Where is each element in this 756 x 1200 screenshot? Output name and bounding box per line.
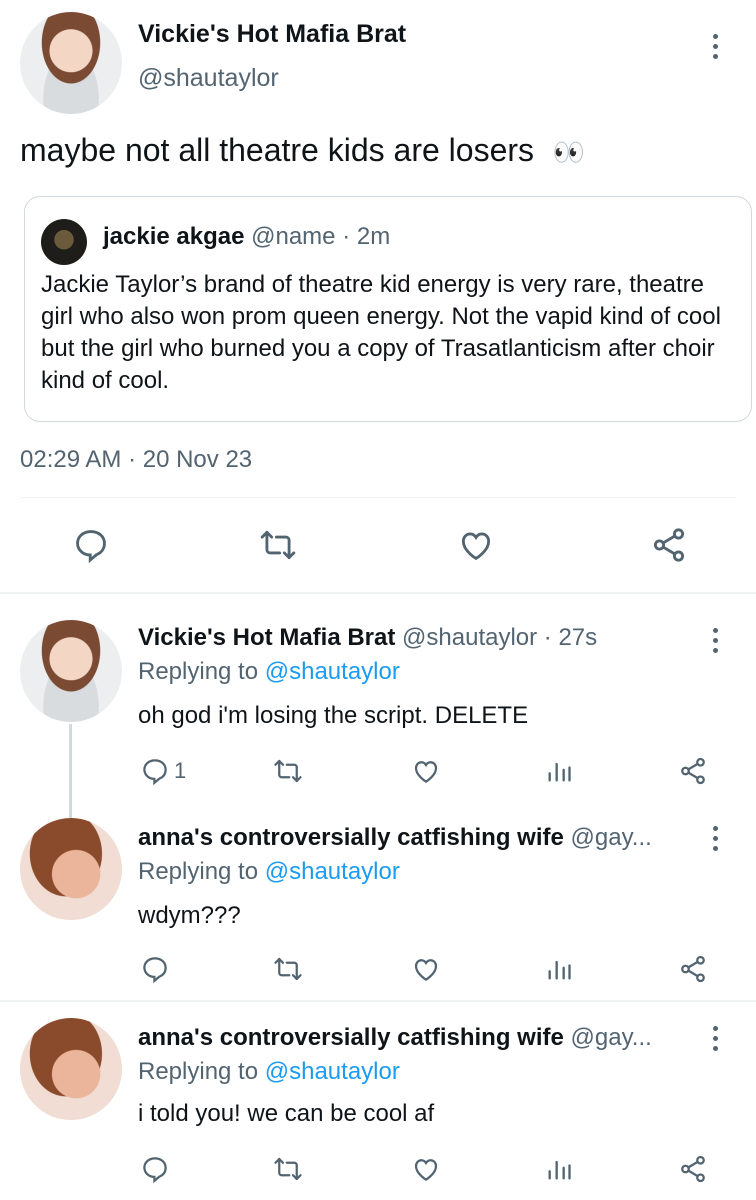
tweet-text: maybe not all theatre kids are losers 👀 (20, 132, 585, 169)
reply-text: i told you! we can be cool af (138, 1100, 435, 1127)
quoted-header: jackie akgae @name · 2m (103, 223, 390, 251)
replying-handle[interactable]: @shautaylor (265, 658, 400, 685)
thread-line (69, 724, 72, 820)
views-icon[interactable] (545, 954, 573, 984)
avatar[interactable] (20, 12, 122, 114)
quoted-text: Jackie Taylor’s brand of theatre kid ene… (41, 271, 721, 394)
replying-to: Replying to @shautaylor (138, 658, 400, 686)
like-icon[interactable] (410, 1154, 442, 1184)
share-icon[interactable] (650, 526, 688, 564)
tweet-text-body: maybe not all theatre kids are losers (20, 132, 535, 168)
quoted-display-name: jackie akgae (103, 223, 245, 250)
handle[interactable]: @shautaylor · 27s (402, 624, 597, 651)
reply-icon[interactable] (72, 526, 110, 564)
share-icon[interactable] (678, 1154, 708, 1184)
quoted-tweet[interactable]: jackie akgae @name · 2m Jackie Taylor’s … (24, 196, 752, 422)
views-icon[interactable] (545, 1154, 573, 1184)
divider (0, 1000, 756, 1002)
more-icon[interactable] (711, 34, 719, 59)
divider (20, 497, 736, 498)
avatar[interactable] (20, 1018, 122, 1120)
retweet-icon[interactable] (272, 1154, 304, 1184)
share-icon[interactable] (678, 756, 708, 786)
retweet-icon[interactable] (272, 756, 304, 786)
more-icon[interactable] (711, 628, 719, 653)
reply-icon[interactable] (140, 954, 170, 984)
eyes-emoji: 👀 (552, 137, 586, 167)
reply-count: 1 (174, 758, 187, 783)
timestamp[interactable]: 02:29 AM · 20 Nov 23 (20, 446, 252, 474)
divider (0, 592, 756, 594)
reply-text: wdym??? (138, 902, 241, 929)
retweet-icon[interactable] (258, 526, 298, 564)
avatar[interactable] (20, 818, 122, 920)
handle[interactable]: @gay... (571, 824, 652, 851)
replying-handle[interactable]: @shautaylor (265, 858, 400, 885)
replying-prefix: Replying to (138, 658, 259, 685)
quoted-handle: @name (251, 223, 336, 250)
replying-prefix: Replying to (138, 1058, 259, 1085)
like-icon[interactable] (410, 756, 442, 786)
reply-header: anna's controversially catfishing wife @… (138, 824, 688, 852)
reply-icon[interactable] (140, 1154, 170, 1184)
retweet-icon[interactable] (272, 954, 304, 984)
quoted-time: · 2m (342, 223, 391, 250)
views-icon[interactable] (545, 756, 573, 786)
replying-to: Replying to @shautaylor (138, 858, 400, 886)
reply-icon[interactable]: 1 (140, 756, 186, 786)
share-icon[interactable] (678, 954, 708, 984)
replying-prefix: Replying to (138, 858, 259, 885)
more-icon[interactable] (711, 1026, 719, 1051)
handle[interactable]: @shautaylor (138, 64, 279, 93)
display-name[interactable]: anna's controversially catfishing wife (138, 824, 564, 851)
quoted-avatar (41, 219, 87, 265)
display-name[interactable]: Vickie's Hot Mafia Brat (138, 20, 406, 49)
reply-header: anna's controversially catfishing wife @… (138, 1024, 688, 1052)
display-name[interactable]: Vickie's Hot Mafia Brat (138, 624, 395, 651)
like-icon[interactable] (456, 526, 496, 564)
avatar[interactable] (20, 620, 122, 722)
replying-to: Replying to @shautaylor (138, 1058, 400, 1086)
replying-handle[interactable]: @shautaylor (265, 1058, 400, 1085)
display-name[interactable]: anna's controversially catfishing wife (138, 1024, 564, 1051)
reply-header: Vickie's Hot Mafia Brat @shautaylor · 27… (138, 624, 678, 652)
handle[interactable]: @gay... (571, 1024, 652, 1051)
more-icon[interactable] (711, 826, 719, 851)
like-icon[interactable] (410, 954, 442, 984)
reply-text: oh god i'm losing the script. DELETE (138, 702, 529, 729)
